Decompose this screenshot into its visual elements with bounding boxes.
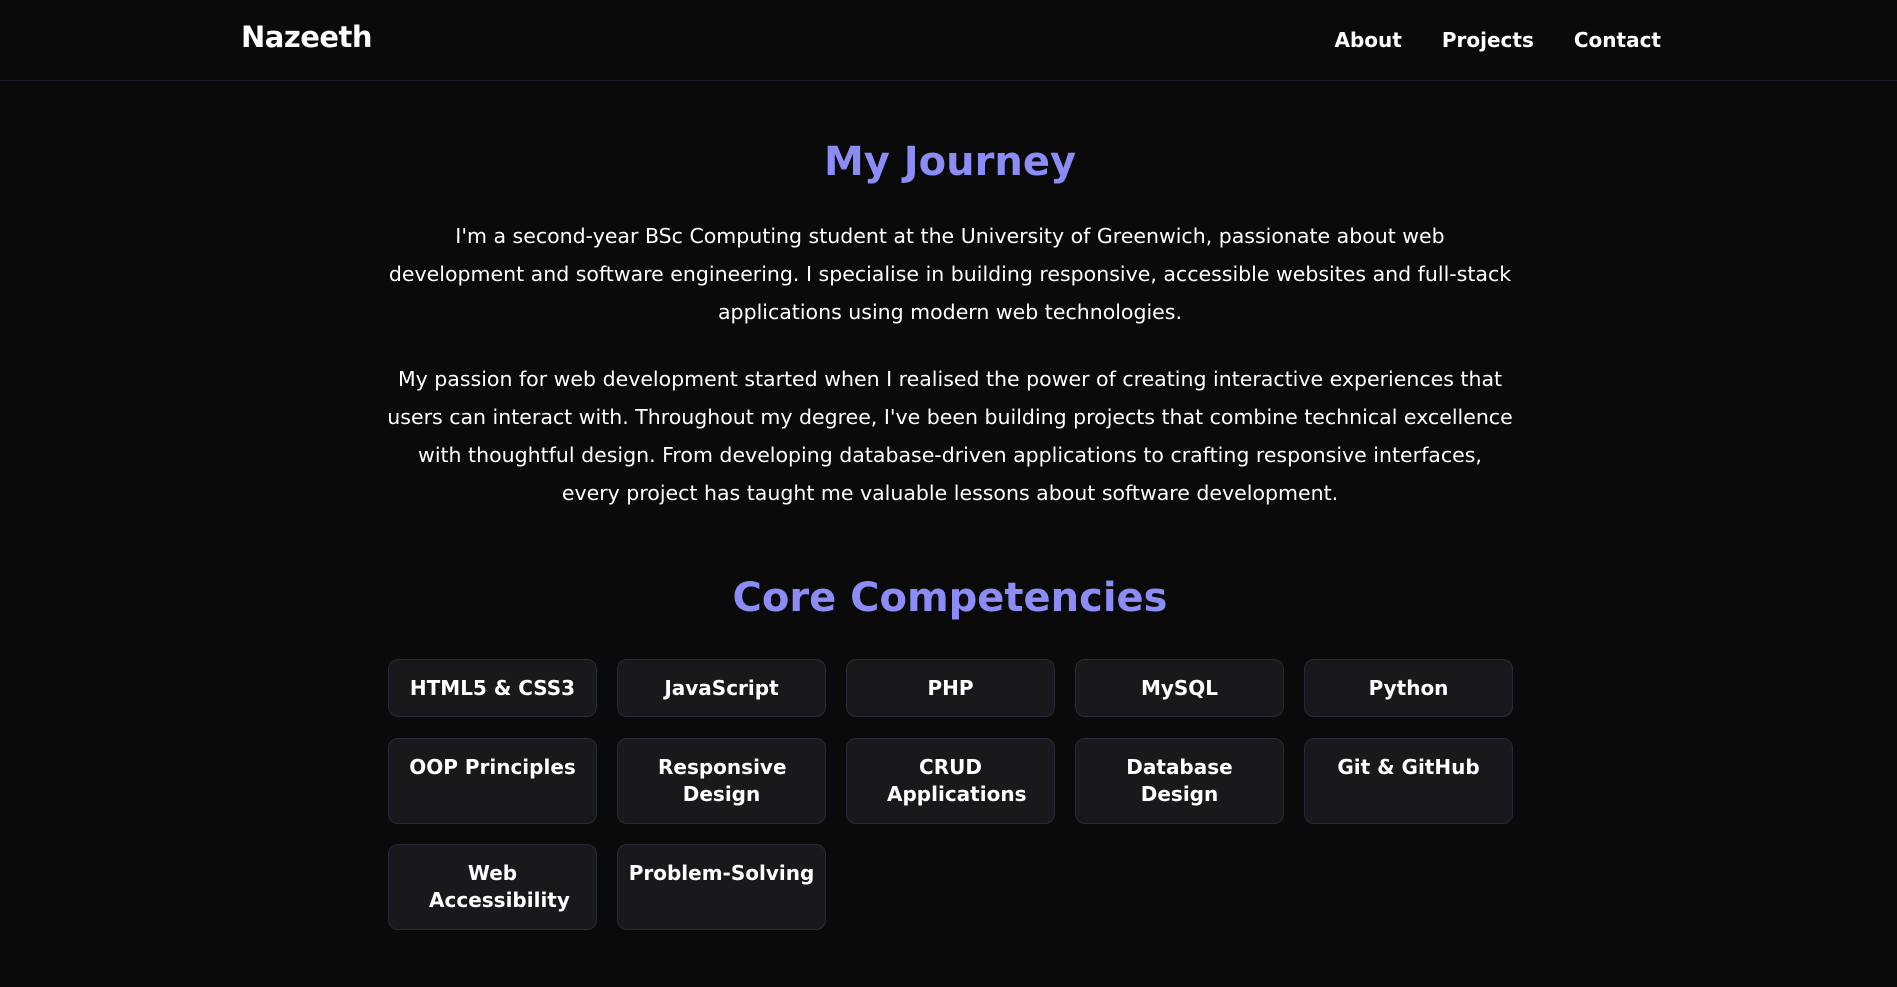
navbar: Nazeeth About Projects Contact bbox=[0, 0, 1897, 81]
competency-card: HTML5 & CSS3 bbox=[388, 659, 597, 717]
nav-link-contact[interactable]: Contact bbox=[1574, 28, 1661, 52]
competency-card: Database Design bbox=[1075, 738, 1284, 824]
nav-link-about[interactable]: About bbox=[1335, 28, 1402, 52]
nav-links: About Projects Contact bbox=[1335, 28, 1662, 52]
competency-card: Web Accessibility bbox=[388, 844, 597, 930]
journey-title: My Journey bbox=[823, 139, 1077, 185]
journey-paragraph-2: My passion for web development started w… bbox=[387, 367, 1513, 505]
competency-card: Problem-Solving bbox=[617, 844, 826, 930]
competency-card: MySQL bbox=[1075, 659, 1284, 717]
competency-card: PHP bbox=[846, 659, 1055, 717]
competencies-title: Core Competencies bbox=[732, 575, 1168, 621]
site-logo[interactable]: Nazeeth bbox=[241, 20, 373, 54]
nav-link-projects[interactable]: Projects bbox=[1442, 28, 1534, 52]
competency-card: JavaScript bbox=[617, 659, 826, 717]
competency-card: OOP Principles bbox=[388, 738, 597, 824]
competency-card: Responsive Design bbox=[617, 738, 826, 824]
journey-paragraph-1: I'm a second-year BSc Computing student … bbox=[388, 224, 1512, 324]
competency-card: CRUD Applications bbox=[846, 738, 1055, 824]
competency-card: Python bbox=[1304, 659, 1513, 717]
competency-card: Git & GitHub bbox=[1304, 738, 1513, 824]
